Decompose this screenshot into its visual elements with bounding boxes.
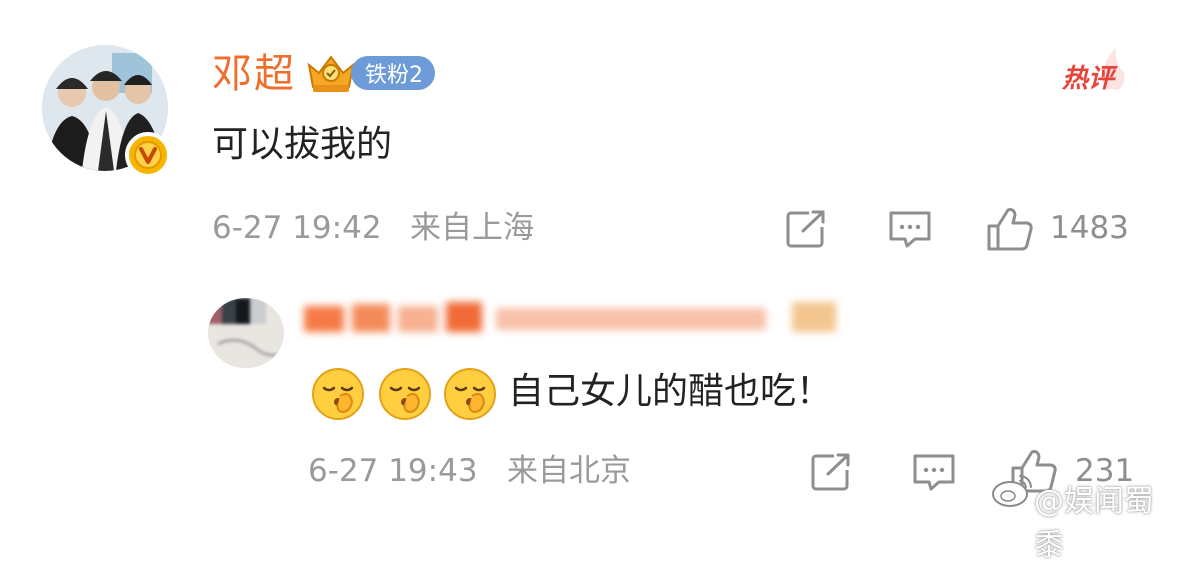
comment-username[interactable]: 邓超 (212, 54, 296, 94)
like-icon[interactable] (986, 206, 1034, 252)
reply-username-obscured[interactable] (300, 298, 860, 338)
hot-tag-label: 热评 (1062, 64, 1115, 94)
verified-badge-icon (125, 132, 171, 178)
comment-like-count: 1483 (1050, 210, 1129, 246)
shush-emoji-icon (444, 368, 496, 420)
shush-emoji-icon (312, 368, 364, 420)
weibo-logo-icon (992, 475, 1032, 507)
crown-icon (307, 55, 355, 92)
reply-comment-icon[interactable] (887, 209, 933, 249)
comment-timestamp: 6-27 19:42 (212, 210, 382, 246)
share-icon[interactable] (785, 209, 829, 249)
comment-location: 来自上海 (410, 210, 534, 246)
comment-text: 可以拔我的 (212, 124, 393, 165)
fan-level-label: 铁粉2 (351, 56, 435, 90)
hot-comment-tag: 热评 (1062, 48, 1125, 95)
reply-comment-icon[interactable] (911, 452, 957, 492)
reply-location: 来自北京 (507, 453, 631, 489)
reply-text: 自己女儿的醋也吃！ (508, 371, 833, 412)
fan-badge[interactable]: 铁粉2 (305, 51, 435, 95)
shush-emoji-icon (379, 368, 431, 420)
share-icon[interactable] (810, 452, 854, 492)
reply-user-avatar[interactable] (208, 298, 284, 368)
reply-timestamp: 6-27 19:43 (308, 453, 478, 489)
watermark-text: @娱闻蜀黍 (1034, 484, 1154, 563)
